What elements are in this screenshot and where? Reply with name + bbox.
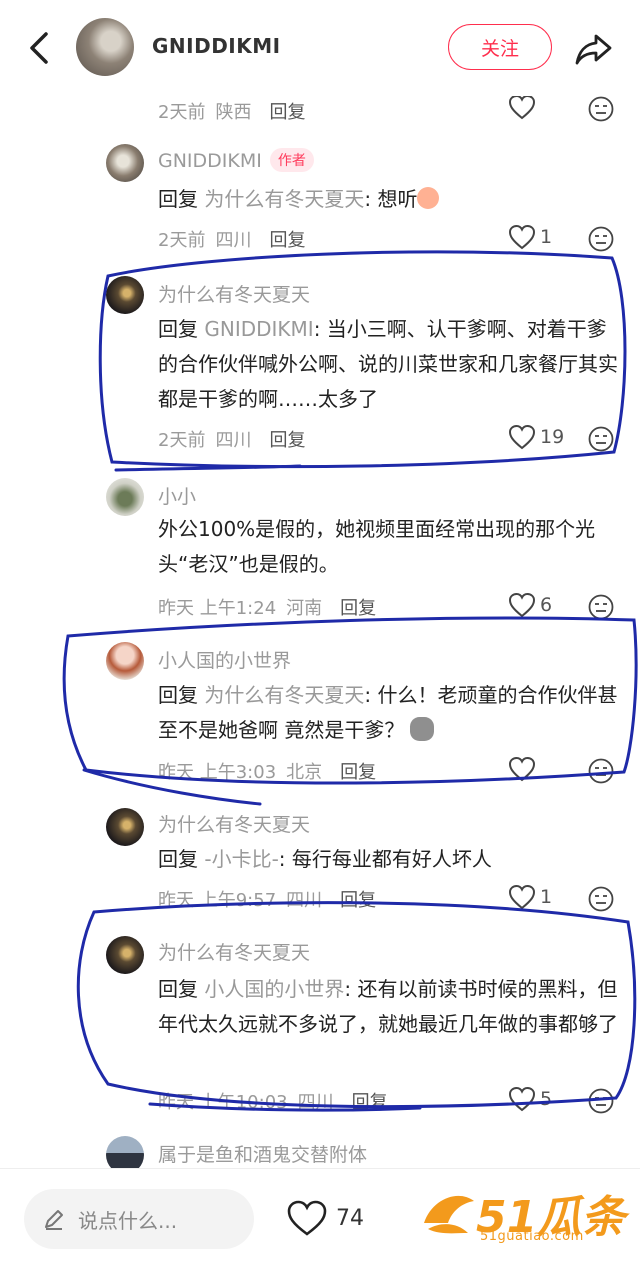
avatar[interactable] [106,144,144,182]
avatar[interactable] [106,936,144,974]
heart-icon [508,1086,536,1112]
avatar[interactable] [106,478,144,516]
emoji-reaction-icon[interactable] [588,226,614,252]
avatar[interactable] [106,276,144,314]
comment-meta: 2天前 四川 回复 [158,430,306,451]
comment-username[interactable]: 属于是鱼和酒鬼交替附体 [158,1140,367,1167]
heart-icon [508,592,536,618]
comment-text: 回复 为什么有冬天夏天: 什么！老顽童的合作伙伴甚至不是她爸啊 竟然是干爹？ [158,683,618,742]
like-button[interactable] [508,96,540,120]
emoji-reaction-icon[interactable] [588,886,614,912]
reply-target[interactable]: GNIDDIKMI [204,317,313,341]
comment-text: 回复 -小卡比-: 每行每业都有好人坏人 [158,847,492,871]
comment-text: 回复 GNIDDIKMI: 当小三啊、认干爹啊、对着干爹的合作伙伴喊外公啊、说的… [158,317,618,411]
reply-target[interactable]: 为什么有冬天夏天 [204,683,364,707]
comment-list[interactable]: 2天前 陕西 回复 GNIDDIKMI 作者 回复 为什么有冬天夏天: 想听 2天前四… [0,96,640,1168]
comment-meta: 昨天 上午10:03 四川 回复 [158,1092,388,1113]
emoji-reaction-icon[interactable] [588,594,614,620]
comment-text: 外公100%是假的，她视频里面经常出现的那个光头“老汉”也是假的。 [158,517,596,576]
comment-username[interactable]: GNIDDIKMI 作者 [158,148,314,172]
heart-icon [508,756,536,782]
share-icon[interactable] [574,28,614,68]
watermark-url: 51guatiao.com [480,1229,584,1244]
heart-icon [508,96,536,120]
reply-button[interactable]: 回复 [269,430,305,451]
comment-username[interactable]: 为什么有冬天夏天 [158,810,310,837]
heart-icon [508,884,536,910]
comment-input[interactable]: 说点什么... [24,1189,254,1249]
post-like-button[interactable]: 74 [286,1199,364,1237]
comment-meta: 2天前 四川 回复 [158,230,306,251]
reply-button[interactable]: 回复 [340,890,376,911]
like-button[interactable]: 5 [508,1086,552,1112]
comment-text: 回复 为什么有冬天夏天: 想听 [158,182,618,217]
comment-username[interactable]: 为什么有冬天夏天 [158,280,310,307]
reply-target[interactable]: -小卡比- [204,847,278,871]
avatar[interactable] [106,642,144,680]
comment-meta: 2天前 陕西 回复 [158,102,306,123]
comment-meta: 昨天 上午1:24 河南 回复 [158,598,377,619]
like-button[interactable]: 1 [508,224,552,250]
reply-button[interactable]: 回复 [269,102,305,123]
heart-icon [508,424,536,450]
like-button[interactable]: 6 [508,592,552,618]
like-button[interactable] [508,756,540,782]
like-button[interactable]: 1 [508,884,552,910]
heart-icon [287,1200,327,1236]
reply-target[interactable]: 小人国的小世界 [204,977,344,1001]
comment-meta: 昨天 上午9:57 四川 回复 [158,890,377,911]
like-button[interactable]: 19 [508,424,564,450]
avatar[interactable] [106,1136,144,1168]
author-badge: 作者 [269,148,314,172]
reply-button[interactable]: 回复 [352,1092,388,1113]
reply-button[interactable]: 回复 [340,762,376,783]
peach-emoji-icon [417,187,440,209]
author-avatar[interactable] [76,18,134,76]
emoji-reaction-icon[interactable] [588,96,614,122]
follow-button[interactable]: 关注 [448,24,552,70]
author-name[interactable]: GNIDDIKMI [152,34,281,58]
stone-emoji-icon [410,717,435,741]
comment-username[interactable]: 为什么有冬天夏天 [158,938,310,965]
pencil-icon [45,1210,63,1230]
comment-text: 回复 小人国的小世界: 还有以前读书时候的黑料，但年代太久远就不多说了，就她最近… [158,977,618,1036]
top-bar: GNIDDIKMI 关注 [0,0,640,96]
comment-username[interactable]: 小小 [158,482,196,509]
reply-button[interactable]: 回复 [269,230,305,251]
reply-button[interactable]: 回复 [340,598,376,619]
emoji-reaction-icon[interactable] [588,758,614,784]
bottom-bar: 说点什么... 74 51瓜条 51guatiao.com [0,1168,640,1280]
emoji-reaction-icon[interactable] [588,426,614,452]
avatar[interactable] [106,808,144,846]
comment-meta: 昨天 上午3:03 北京 回复 [158,762,377,783]
reply-target[interactable]: 为什么有冬天夏天 [204,187,364,211]
heart-icon [508,224,536,250]
back-arrow-icon[interactable] [24,28,56,68]
emoji-reaction-icon[interactable] [588,1088,614,1114]
comment-username[interactable]: 小人国的小世界 [158,646,291,673]
